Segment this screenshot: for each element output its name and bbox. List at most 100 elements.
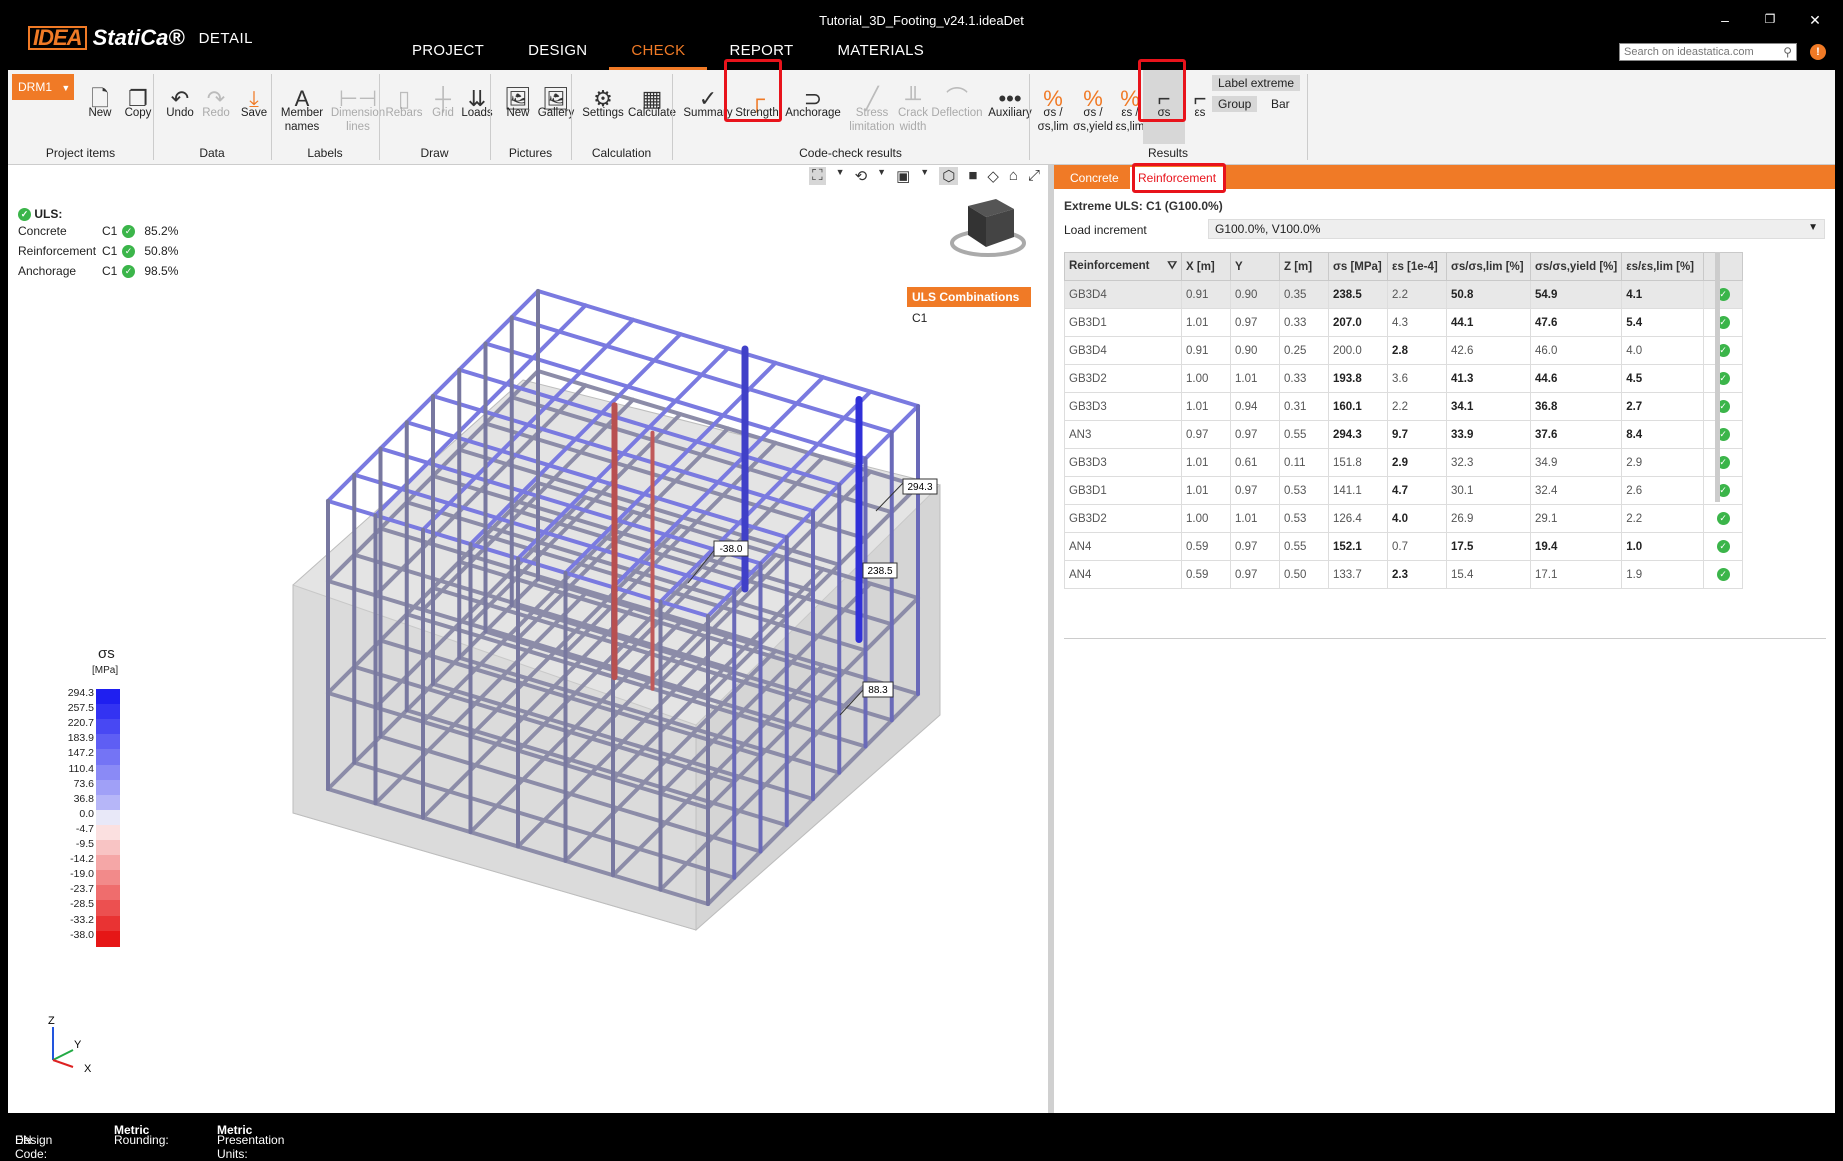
col-reinforcement[interactable]: Reinforcement ⛛ xyxy=(1064,252,1182,281)
new-label: New xyxy=(88,107,112,119)
search-input[interactable]: Search on ideastatica.com ⚲ xyxy=(1619,43,1797,61)
eps-s-label: εs xyxy=(1194,107,1206,119)
col-x[interactable]: X [m] xyxy=(1181,252,1231,281)
legend-swatch xyxy=(96,855,120,872)
legend-swatch xyxy=(96,779,120,796)
loads-button[interactable]: ⇊ Loads xyxy=(455,72,499,120)
close-button[interactable]: ✕ xyxy=(1800,12,1830,29)
table-cell: 34.9 xyxy=(1529,448,1623,477)
rebars-button[interactable]: ▯ Rebars xyxy=(382,72,426,120)
logo-mark: IDEA xyxy=(28,26,87,50)
chevron-down-icon: ▼ xyxy=(61,83,71,93)
ribbon: DRM1 ▼ 🗋 New ❐ Copy ↶ Undo ↷ Redo ⤓ Save A Mem… xyxy=(8,59,1835,165)
gallery-label: Gallery xyxy=(537,107,575,119)
table-row[interactable]: GB3D1 1.01 0.97 0.33 207.0 4.3 44.1 47.6 5.4 ✓ xyxy=(1064,308,1744,337)
deflection-button[interactable]: ⌒ Deflection xyxy=(926,72,988,120)
table-row[interactable]: GB3D4 0.91 0.90 0.35 238.5 2.2 50.8 54.9 4.1 ✓ xyxy=(1064,280,1744,309)
table-cell: AN4 xyxy=(1064,532,1182,561)
group-pictures: Pictures xyxy=(508,146,553,160)
info-icon[interactable]: ! xyxy=(1810,44,1826,60)
col-eps-lim[interactable]: εs/εs,lim [%] xyxy=(1621,252,1705,281)
col-sigma[interactable]: σs [MPa] xyxy=(1328,252,1388,281)
menu-check[interactable]: CHECK xyxy=(609,40,708,70)
status-cell: ✓ xyxy=(1703,364,1744,393)
table-row[interactable]: AN3 0.97 0.97 0.55 294.3 9.7 33.9 37.6 8.4 ✓ xyxy=(1064,420,1744,449)
table-cell: 294.3 xyxy=(1328,420,1388,449)
member-names-button[interactable]: A Member names xyxy=(274,72,330,134)
col-eps[interactable]: εs [1e-4] xyxy=(1387,252,1447,281)
menu-materials[interactable]: MATERIALS xyxy=(815,40,946,70)
minimize-button[interactable]: – xyxy=(1710,12,1740,28)
table-cell: 1.00 xyxy=(1181,504,1231,533)
label-extreme-toggle[interactable]: Label extreme xyxy=(1212,75,1301,91)
table-cell: 0.7 xyxy=(1387,532,1447,561)
legend-label: 257.5 xyxy=(67,702,94,715)
table-cell: 1.0 xyxy=(1621,532,1705,561)
table-row[interactable]: GB3D1 1.01 0.97 0.53 141.1 4.7 30.1 32.4 2.6 ✓ xyxy=(1064,476,1744,505)
col-y[interactable]: Y xyxy=(1230,252,1280,281)
auxiliary-label: Auxiliary xyxy=(988,107,1032,119)
picture-new-label: New xyxy=(506,107,530,119)
table-cell: 4.1 xyxy=(1621,280,1705,309)
tab-concrete[interactable]: Concrete xyxy=(1062,167,1127,189)
col-sigma-lim[interactable]: σs/σs,lim [%] xyxy=(1446,252,1531,281)
legend-swatch xyxy=(96,794,120,811)
table-row[interactable]: GB3D2 1.00 1.01 0.33 193.8 3.6 41.3 44.6 4.5 ✓ xyxy=(1064,364,1744,393)
table-cell: 4.3 xyxy=(1387,308,1447,337)
table-cell: 44.6 xyxy=(1529,364,1623,393)
table-row[interactable]: AN4 0.59 0.97 0.55 152.1 0.7 17.5 19.4 1.0 ✓ xyxy=(1064,532,1744,561)
units-status: Presentation Units: Metric xyxy=(217,1123,284,1161)
table-cell: 0.53 xyxy=(1279,504,1329,533)
maximize-button[interactable]: ❐ xyxy=(1755,12,1785,26)
table-row[interactable]: GB3D3 1.01 0.94 0.31 160.1 2.2 34.1 36.8 2.7 ✓ xyxy=(1064,392,1744,421)
menu-project[interactable]: PROJECT xyxy=(390,40,506,70)
3d-view-panel[interactable]: ⛶ ▼ ⟲ ▼ ▣ ▼ ⬡ ■ ◇ ⌂ ⤢ ✓ ULS: Concrete C1 ✓… xyxy=(8,165,1048,1113)
table-cell: 0.97 xyxy=(1181,420,1231,449)
table-cell: AN3 xyxy=(1064,420,1182,449)
results-panel: Concrete Reinforcement Extreme ULS: C1 (… xyxy=(1054,163,1835,1113)
table-cell: GB3D1 xyxy=(1064,308,1182,337)
member-names-label: Member names xyxy=(280,107,324,133)
design-code-value: EN xyxy=(15,1133,32,1147)
status-cell: ✓ xyxy=(1703,504,1744,533)
table-cell: 0.97 xyxy=(1230,308,1280,337)
col-z[interactable]: Z [m] xyxy=(1279,252,1329,281)
table-cell: 2.7 xyxy=(1621,392,1705,421)
table-cell: 0.90 xyxy=(1230,336,1280,365)
logo-name: StatiCa® xyxy=(92,25,185,50)
search-icon[interactable]: ⚲ xyxy=(1783,45,1792,59)
save-button[interactable]: ⤓ Save xyxy=(232,72,276,120)
legend-label: 294.3 xyxy=(67,687,94,699)
table-row[interactable]: AN4 0.59 0.97 0.50 133.7 2.3 15.4 17.1 1.9 ✓ xyxy=(1064,560,1744,589)
table-row[interactable]: GB3D2 1.00 1.01 0.53 126.4 4.0 26.9 29.1 2.2 ✓ xyxy=(1064,504,1744,533)
group-draw: Draw xyxy=(420,146,449,160)
table-row[interactable]: GB3D4 0.91 0.90 0.25 200.0 2.8 42.6 46.0 4.0 ✓ xyxy=(1064,336,1744,365)
filter-icon[interactable]: ⛛ xyxy=(1167,260,1177,273)
reinforcement-table: Reinforcement ⛛ X [m] Y Z [m] σs [MPa] ε… xyxy=(1064,252,1744,589)
table-header: Reinforcement ⛛ X [m] Y Z [m] σs [MPa] ε… xyxy=(1064,252,1744,281)
svg-text:X: X xyxy=(84,1063,92,1075)
table-cell: 193.8 xyxy=(1328,364,1388,393)
table-cell: 2.8 xyxy=(1387,336,1447,365)
table-cell: 50.8 xyxy=(1446,280,1531,309)
table-scrollbar[interactable] xyxy=(1715,252,1720,502)
col-sigma-yield[interactable]: σs/σs,yield [%] xyxy=(1529,252,1623,281)
table-cell: 0.91 xyxy=(1181,280,1231,309)
stress-limitation-label: Stress limitation xyxy=(849,107,895,133)
settings-button[interactable]: ⚙ Settings xyxy=(578,72,628,120)
group-toggle[interactable]: Group xyxy=(1212,96,1258,112)
menu-design[interactable]: DESIGN xyxy=(506,40,609,70)
table-cell: GB3D4 xyxy=(1064,280,1182,309)
legend-label: -14.2 xyxy=(70,853,94,866)
anchorage-button[interactable]: ⊃ Anchorage xyxy=(782,72,844,120)
bar-toggle[interactable]: Bar xyxy=(1265,96,1296,112)
load-increment-select[interactable]: G100.0%, V100.0% ▼ xyxy=(1208,219,1825,239)
status-cell: ✓ xyxy=(1703,448,1744,477)
svg-text:Y: Y xyxy=(74,1039,82,1051)
drm-selector[interactable]: DRM1 ▼ xyxy=(12,74,74,100)
legend-swatch xyxy=(96,824,120,841)
table-cell: 0.25 xyxy=(1279,336,1329,365)
table-row[interactable]: GB3D3 1.01 0.61 0.11 151.8 2.9 32.3 34.9 2.9 ✓ xyxy=(1064,448,1744,477)
undo-label: Undo xyxy=(166,107,194,119)
reinforcement-3d-model[interactable]: 294.3 -38.0 238.5 88.3 xyxy=(8,165,1048,1113)
